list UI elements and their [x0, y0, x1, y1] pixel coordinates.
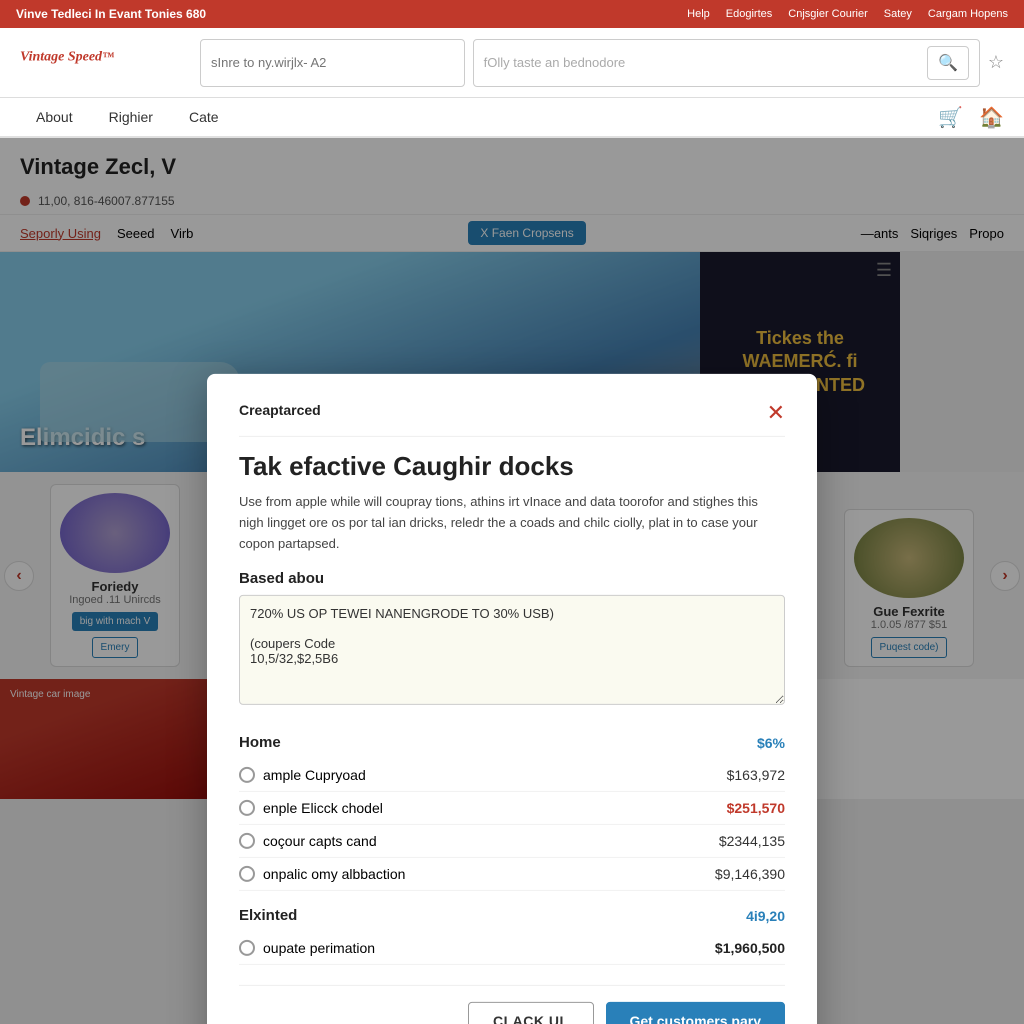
logo-text: Vintage Speed — [20, 49, 102, 64]
favorites-button[interactable]: ☆ — [988, 39, 1004, 87]
modal-dialog: Creaptarced ✕ Tak efactive Caughir docks… — [207, 374, 817, 1024]
row-2-label: enple Elicck chodel — [263, 800, 383, 816]
search-button[interactable]: 🔍 — [927, 46, 969, 80]
radio-4[interactable] — [239, 866, 255, 882]
row-3-price: $2344,135 — [719, 833, 785, 849]
topnav-satey[interactable]: Satey — [884, 8, 912, 20]
table-row-2-left: enple Elicck chodel — [239, 800, 383, 816]
confirm-button[interactable]: Get customers pary — [606, 1002, 786, 1024]
location-input[interactable] — [200, 39, 465, 87]
topnav-hopens[interactable]: Cargam Hopens — [928, 8, 1008, 20]
modal-title: Creaptarced — [239, 402, 321, 418]
row-1-price: $163,972 — [727, 767, 785, 783]
radio-1[interactable] — [239, 767, 255, 783]
search-placeholder-text: fOlly taste an bednodore — [484, 55, 626, 70]
table-row-5-left: oupate perimation — [239, 940, 375, 956]
table-row-3-left: coçour capts cand — [239, 833, 377, 849]
row-5-price: $1,960,500 — [715, 940, 785, 956]
logo: Vintage Speed™ — [20, 47, 180, 79]
row-4-label: onpalic omy albbaction — [263, 866, 405, 882]
table-row-4: onpalic omy albbaction $9,146,390 — [239, 858, 785, 891]
top-bar-left-text: Vinve Tedleci In Evant Tonies 680 — [16, 7, 206, 21]
top-bar-nav: Help Edogirtes Cnjsgier Courier Satey Ca… — [687, 8, 1008, 20]
modal-heading: Tak efactive Caughir docks — [239, 451, 785, 482]
nav-righier[interactable]: Righier — [93, 101, 169, 135]
section1-price: $6% — [757, 735, 785, 751]
row-3-label: coçour capts cand — [263, 833, 377, 849]
main-nav: About Righier Cate 🛒 🏠 — [0, 98, 1024, 138]
table-row-3: coçour capts cand $2344,135 — [239, 825, 785, 858]
coupon-textarea[interactable] — [239, 595, 785, 705]
section1-label: Home — [239, 734, 281, 751]
row-2-price: $251,570 — [727, 800, 785, 816]
search-bar[interactable]: fOlly taste an bednodore 🔍 — [473, 39, 980, 87]
top-bar: Vinve Tedleci In Evant Tonies 680 Help E… — [0, 0, 1024, 28]
home-icon[interactable]: 🏠 — [979, 105, 1004, 130]
topnav-courier[interactable]: Cnjsgier Courier — [788, 8, 867, 20]
table-row-1-left: ample Cupryoad — [239, 767, 366, 783]
radio-3[interactable] — [239, 833, 255, 849]
row-1-label: ample Cupryoad — [263, 767, 366, 783]
modal-footer: CLACK UL Get customers pary — [239, 985, 785, 1024]
table-section-1-header: Home $6% — [239, 726, 785, 759]
cart-icon[interactable]: 🛒 — [938, 105, 963, 130]
modal-header: Creaptarced ✕ — [239, 402, 785, 437]
radio-2[interactable] — [239, 800, 255, 816]
nav-about[interactable]: About — [20, 101, 89, 135]
header-search-group: fOlly taste an bednodore 🔍 ☆ — [200, 39, 1004, 87]
radio-5[interactable] — [239, 940, 255, 956]
row-4-price: $9,146,390 — [715, 866, 785, 882]
table-row-5: oupate perimation $1,960,500 — [239, 932, 785, 965]
topnav-edogirtes[interactable]: Edogirtes — [726, 8, 772, 20]
logo-superscript: ™ — [102, 49, 114, 63]
table-row-2: enple Elicck chodel $251,570 — [239, 792, 785, 825]
cancel-button[interactable]: CLACK UL — [468, 1002, 594, 1024]
header: Vintage Speed™ fOlly taste an bednodore … — [0, 28, 1024, 98]
table-row-4-left: onpalic omy albbaction — [239, 866, 405, 882]
row-5-label: oupate perimation — [263, 940, 375, 956]
topnav-help[interactable]: Help — [687, 8, 710, 20]
nav-cate[interactable]: Cate — [173, 101, 235, 135]
modal-description: Use from apple while will coupray tions,… — [239, 492, 785, 554]
section2-price: 4i9,20 — [746, 908, 785, 924]
page-background: Vintage Zecl, V 11,00, 816-46007.877155 … — [0, 138, 1024, 1024]
table-row-1: ample Cupryoad $163,972 — [239, 759, 785, 792]
modal-section-label: Based abou — [239, 570, 785, 587]
section2-label: Elxinted — [239, 907, 297, 924]
table-section-2-header: Elxinted 4i9,20 — [239, 899, 785, 932]
modal-close-button[interactable]: ✕ — [767, 402, 785, 424]
